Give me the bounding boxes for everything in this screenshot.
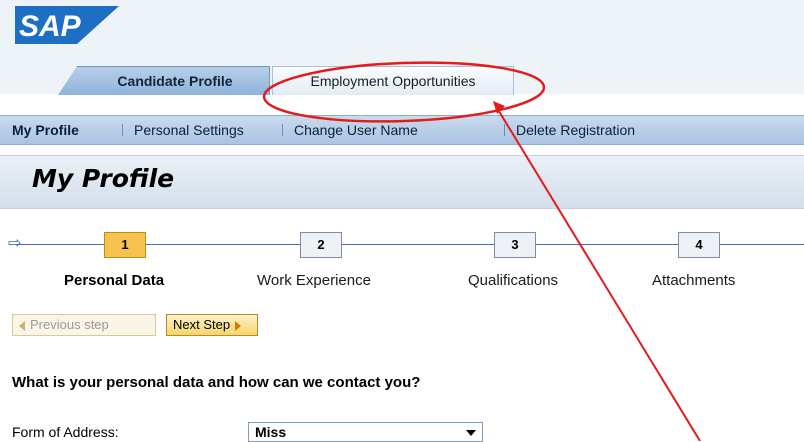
sub-navigation: My Profile Personal Settings Change User… [0, 115, 804, 145]
step-2-label: Work Experience [257, 272, 371, 289]
form-of-address-label: Form of Address: [12, 424, 119, 440]
subnav-separator [122, 124, 123, 136]
subnav-my-profile[interactable]: My Profile [12, 116, 79, 144]
subnav-separator [504, 124, 505, 136]
tab-candidate-profile-label: Candidate Profile [117, 73, 233, 89]
step-1-label: Personal Data [64, 272, 165, 289]
step-4-label: Attachments [652, 272, 736, 289]
page-title: My Profile [32, 164, 175, 193]
next-step-button[interactable]: Next Step [166, 314, 258, 336]
step-3-label: Qualifications [468, 272, 559, 289]
next-step-label: Next Step [173, 317, 231, 332]
subnav-separator [282, 124, 283, 136]
arrow-right-icon [235, 320, 242, 331]
section-question: What is your personal data and how can w… [12, 374, 421, 391]
form-of-address-value: Miss [255, 424, 287, 440]
chevron-down-icon [466, 430, 476, 436]
subnav-change-user-name[interactable]: Change User Name [294, 116, 418, 144]
svg-text:SAP: SAP [19, 10, 82, 43]
step-2-box[interactable]: 2 [300, 232, 342, 258]
arrow-left-icon [19, 320, 25, 331]
previous-step-label: Previous step [30, 317, 109, 332]
tab-employment-opportunities-label: Employment Opportunities [310, 73, 476, 89]
step-4-box[interactable]: 4 [678, 232, 720, 258]
previous-step-button[interactable]: Previous step [12, 314, 156, 336]
annotation-arrow-head-icon [493, 101, 505, 114]
tab-employment-opportunities[interactable]: Employment Opportunities [272, 66, 514, 95]
subnav-delete-registration[interactable]: Delete Registration [516, 116, 635, 144]
page-title-bar: My Profile [0, 155, 804, 209]
roadmap-start-arrow-icon: ⇨ [8, 235, 22, 252]
sap-logo: SAP [15, 6, 119, 44]
subnav-personal-settings[interactable]: Personal Settings [134, 116, 244, 144]
tab-candidate-profile[interactable]: Candidate Profile [58, 66, 270, 95]
step-3-box[interactable]: 3 [494, 232, 536, 258]
form-of-address-select[interactable]: Miss [248, 422, 483, 442]
step-1-box[interactable]: 1 [104, 232, 146, 258]
